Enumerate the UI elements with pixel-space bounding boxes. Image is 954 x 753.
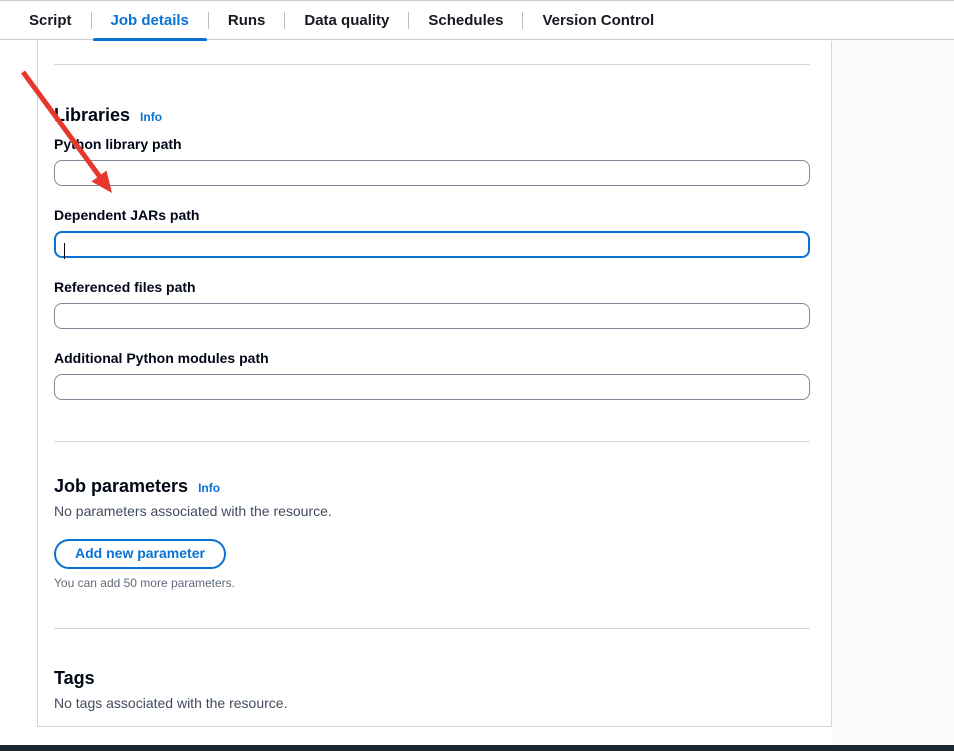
additional-python-modules-path-label: Additional Python modules path <box>54 349 810 367</box>
tab-job-details[interactable]: Job details <box>92 1 208 39</box>
window-bottom-edge <box>0 745 954 751</box>
tab-schedules[interactable]: Schedules <box>409 1 522 39</box>
job-details-panel: Libraries Info Python library path Depen… <box>37 41 832 727</box>
job-parameters-info-link[interactable]: Info <box>198 481 220 495</box>
tags-heading: Tags <box>54 667 95 689</box>
python-library-path-input[interactable] <box>54 160 810 186</box>
tab-script[interactable]: Script <box>10 1 91 39</box>
tags-empty-text: No tags associated with the resource. <box>54 696 810 711</box>
referenced-files-path-label: Referenced files path <box>54 278 810 296</box>
additional-python-modules-path-input[interactable] <box>54 374 810 400</box>
job-parameters-section: Job parameters Info No parameters associ… <box>54 475 810 590</box>
tab-data-quality[interactable]: Data quality <box>285 1 408 39</box>
section-divider <box>54 64 810 65</box>
tab-runs[interactable]: Runs <box>209 1 285 39</box>
section-divider <box>54 441 810 442</box>
tab-bar: Script Job details Runs Data quality Sch… <box>0 0 954 40</box>
tags-section: Tags No tags associated with the resourc… <box>54 667 810 727</box>
job-parameters-constraint-text: You can add 50 more parameters. <box>54 576 810 590</box>
page-background-right <box>832 41 954 745</box>
tab-version-control[interactable]: Version Control <box>523 1 673 39</box>
referenced-files-path-input[interactable] <box>54 303 810 329</box>
python-library-path-label: Python library path <box>54 135 810 153</box>
text-cursor <box>64 243 65 259</box>
job-parameters-heading: Job parameters <box>54 475 188 497</box>
section-divider <box>54 628 810 629</box>
libraries-section: Libraries Info Python library path Depen… <box>54 104 810 400</box>
libraries-heading: Libraries <box>54 104 130 126</box>
libraries-info-link[interactable]: Info <box>140 110 162 124</box>
job-parameters-empty-text: No parameters associated with the resour… <box>54 504 810 519</box>
add-new-parameter-button[interactable]: Add new parameter <box>54 539 226 569</box>
dependent-jars-path-label: Dependent JARs path <box>54 206 810 224</box>
dependent-jars-path-input[interactable] <box>54 231 810 258</box>
